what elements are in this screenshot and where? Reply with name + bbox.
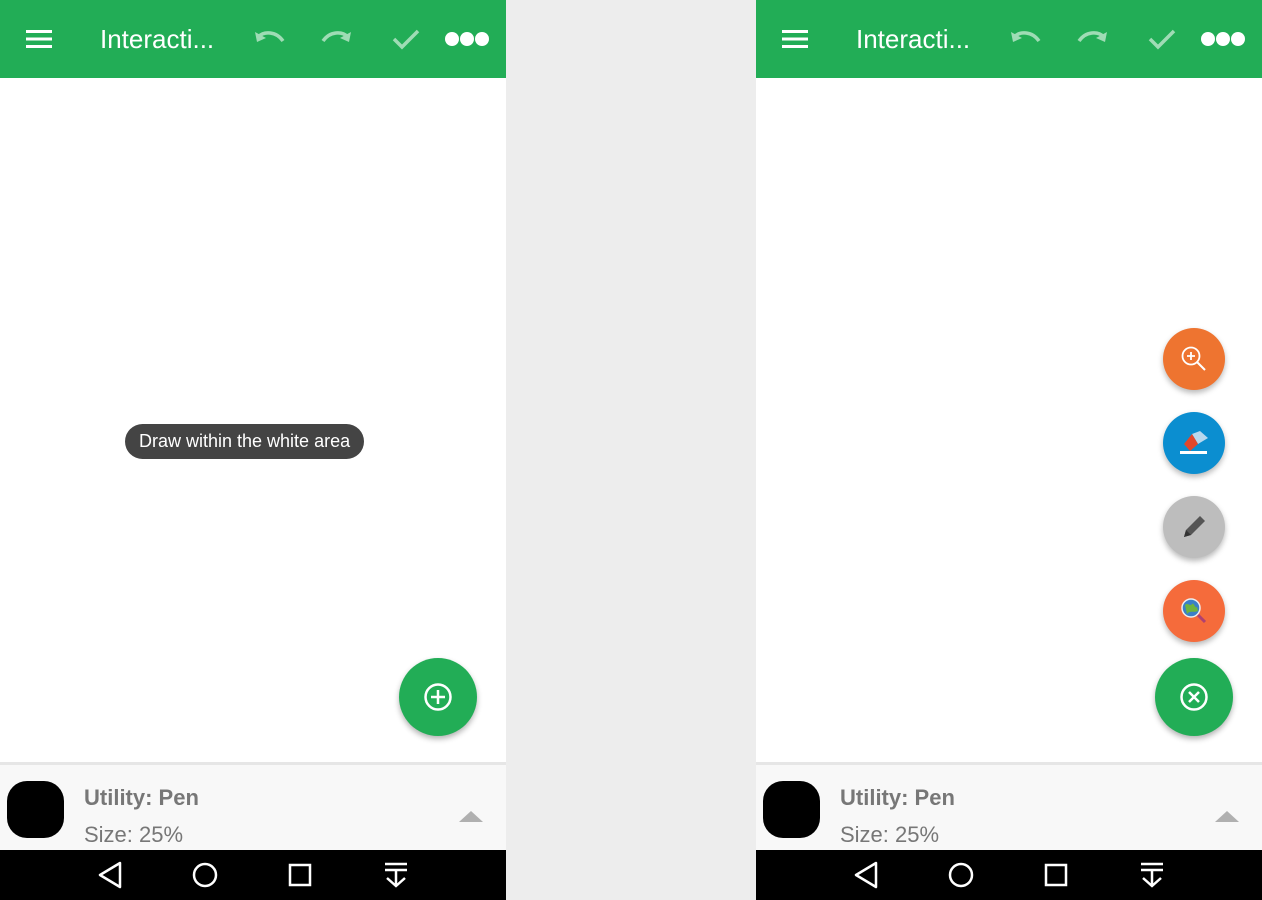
home-circle-icon bbox=[948, 862, 974, 888]
check-icon bbox=[392, 29, 420, 50]
color-picker-fab[interactable] bbox=[1163, 580, 1225, 642]
nav-home-button[interactable] bbox=[941, 850, 981, 900]
hint-toast: Draw within the white area bbox=[125, 424, 365, 459]
zoom-in-icon bbox=[1181, 346, 1206, 371]
redo-icon bbox=[321, 31, 351, 43]
back-triangle-icon bbox=[854, 861, 878, 889]
recents-square-icon bbox=[288, 863, 312, 887]
app-title: Interacti... bbox=[100, 23, 215, 54]
confirm-button[interactable] bbox=[1140, 0, 1184, 78]
redo-button[interactable] bbox=[314, 0, 358, 78]
size-label: Size: 25% bbox=[84, 822, 184, 847]
more-dots-icon bbox=[445, 32, 489, 46]
hamburger-menu-icon bbox=[782, 30, 808, 48]
hamburger-menu-icon bbox=[26, 30, 52, 48]
size-label: Size: 25% bbox=[840, 822, 940, 847]
phone-screen-right: Interacti... Utility: Pen Size: 25% bbox=[756, 0, 1262, 900]
expand-panel-button[interactable] bbox=[1214, 809, 1240, 823]
tool-info-panel: Utility: Pen Size: 25% bbox=[0, 762, 506, 850]
pencil-icon bbox=[1184, 516, 1205, 537]
app-title: Interacti... bbox=[856, 23, 971, 54]
close-fab[interactable] bbox=[1155, 658, 1233, 736]
home-circle-icon bbox=[192, 862, 218, 888]
expand-panel-button[interactable] bbox=[458, 809, 484, 823]
chevron-up-icon bbox=[1215, 811, 1239, 822]
zoom-fab[interactable] bbox=[1163, 328, 1225, 390]
menu-button[interactable] bbox=[774, 0, 816, 78]
chevron-up-icon bbox=[459, 811, 483, 822]
color-swatch[interactable] bbox=[7, 781, 64, 838]
nav-home-button[interactable] bbox=[185, 850, 225, 900]
check-icon bbox=[1148, 29, 1176, 50]
globe-search-icon bbox=[1181, 598, 1207, 624]
recents-square-icon bbox=[1044, 863, 1068, 887]
pull-down-icon bbox=[1141, 862, 1163, 888]
undo-button[interactable] bbox=[248, 0, 292, 78]
color-swatch[interactable] bbox=[763, 781, 820, 838]
more-options-button[interactable] bbox=[1196, 0, 1250, 78]
nav-notification-button[interactable] bbox=[1132, 850, 1172, 900]
utility-label: Utility: Pen bbox=[84, 785, 199, 810]
pull-down-icon bbox=[385, 862, 407, 888]
pen-fab[interactable] bbox=[1163, 496, 1225, 558]
app-bar: Interacti... bbox=[756, 0, 1262, 78]
add-fab[interactable] bbox=[399, 658, 477, 736]
undo-icon bbox=[255, 31, 285, 43]
more-options-button[interactable] bbox=[440, 0, 494, 78]
undo-button[interactable] bbox=[1004, 0, 1048, 78]
nav-recents-button[interactable] bbox=[1036, 850, 1076, 900]
phone-screen-left: Interacti... Draw within the white area … bbox=[0, 0, 506, 900]
back-triangle-icon bbox=[98, 861, 122, 889]
plus-circle-icon bbox=[424, 683, 452, 711]
system-nav-bar bbox=[0, 850, 506, 900]
utility-label: Utility: Pen bbox=[840, 785, 955, 810]
redo-button[interactable] bbox=[1070, 0, 1114, 78]
tool-info-panel: Utility: Pen Size: 25% bbox=[756, 762, 1262, 850]
more-dots-icon bbox=[1201, 32, 1245, 46]
nav-recents-button[interactable] bbox=[280, 850, 320, 900]
eraser-icon bbox=[1180, 431, 1208, 454]
redo-icon bbox=[1077, 31, 1107, 43]
system-nav-bar bbox=[756, 850, 1262, 900]
undo-icon bbox=[1011, 31, 1041, 43]
confirm-button[interactable] bbox=[384, 0, 428, 78]
nav-back-button[interactable] bbox=[846, 850, 886, 900]
nav-notification-button[interactable] bbox=[376, 850, 416, 900]
nav-back-button[interactable] bbox=[90, 850, 130, 900]
close-circle-icon bbox=[1180, 683, 1208, 711]
app-bar: Interacti... bbox=[0, 0, 506, 78]
eraser-fab[interactable] bbox=[1163, 412, 1225, 474]
menu-button[interactable] bbox=[18, 0, 60, 78]
